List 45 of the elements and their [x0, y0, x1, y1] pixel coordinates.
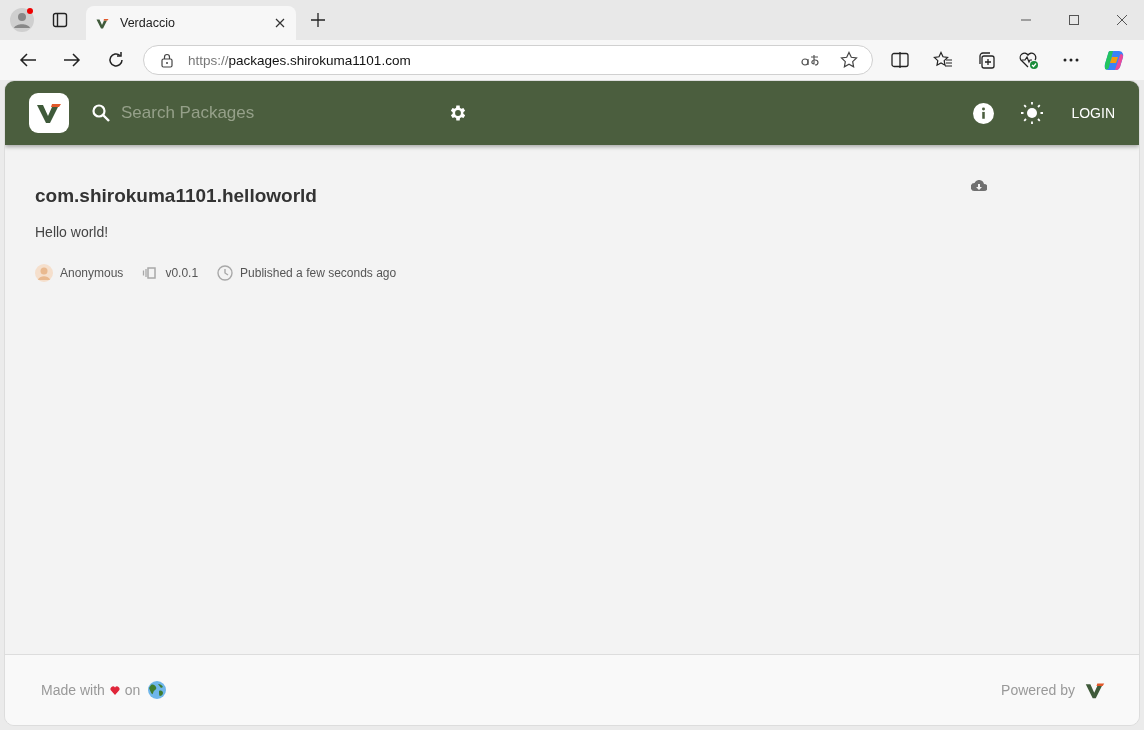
- settings-icon[interactable]: [448, 103, 468, 123]
- favorites-icon[interactable]: [933, 51, 953, 69]
- verdaccio-favicon: [96, 17, 109, 29]
- sun-icon[interactable]: [1021, 102, 1044, 124]
- info-icon[interactable]: [973, 102, 995, 124]
- url-text: https://packages.shirokuma1101.com: [188, 52, 411, 68]
- tab-title: Verdaccio: [120, 16, 175, 30]
- close-icon[interactable]: [1116, 14, 1128, 26]
- avatar-icon: [35, 264, 53, 282]
- clock-icon: [217, 265, 234, 281]
- profile-avatar-icon[interactable]: [10, 8, 34, 32]
- lock-icon: [161, 52, 173, 68]
- verdaccio-logo[interactable]: [29, 93, 69, 133]
- footer-text: on: [124, 682, 141, 698]
- globe-icon: [148, 681, 167, 699]
- version-text: v0.0.1: [165, 266, 199, 280]
- footer-text: Powered by: [1001, 682, 1075, 698]
- refresh-icon[interactable]: [107, 51, 125, 69]
- heart-pulse-icon[interactable]: [1019, 51, 1039, 69]
- favorite-star-icon[interactable]: [840, 51, 858, 69]
- copilot-icon[interactable]: [1103, 49, 1125, 71]
- forward-icon[interactable]: [63, 52, 81, 68]
- login-button[interactable]: LOGIN: [1063, 99, 1123, 127]
- collections-icon[interactable]: [977, 51, 995, 69]
- search-icon: [91, 103, 111, 123]
- back-icon[interactable]: [19, 52, 37, 68]
- close-tab-icon[interactable]: [275, 18, 285, 28]
- search-field[interactable]: Search Packages: [121, 103, 421, 123]
- author-name: Anonymous: [60, 266, 124, 280]
- split-screen-icon[interactable]: [891, 52, 909, 68]
- package-description: Hello world!: [35, 224, 110, 240]
- heart-icon: [109, 685, 120, 695]
- footer-text: Made with: [41, 682, 105, 698]
- browser-tab[interactable]: Verdaccio: [86, 6, 296, 40]
- published-time: Published a few seconds ago: [240, 266, 397, 280]
- cloud-download-icon[interactable]: [971, 180, 987, 191]
- address-bar[interactable]: https://packages.shirokuma1101.com: [143, 45, 873, 75]
- version-icon: [142, 267, 159, 279]
- more-icon[interactable]: [1063, 58, 1079, 62]
- maximize-icon[interactable]: [1068, 14, 1080, 26]
- tab-actions-icon[interactable]: [52, 12, 68, 28]
- translate-icon[interactable]: [800, 53, 820, 67]
- verdaccio-logo[interactable]: [1085, 681, 1105, 699]
- package-name[interactable]: com.shirokuma1101.helloworld: [35, 185, 317, 207]
- new-tab-icon[interactable]: [310, 12, 326, 28]
